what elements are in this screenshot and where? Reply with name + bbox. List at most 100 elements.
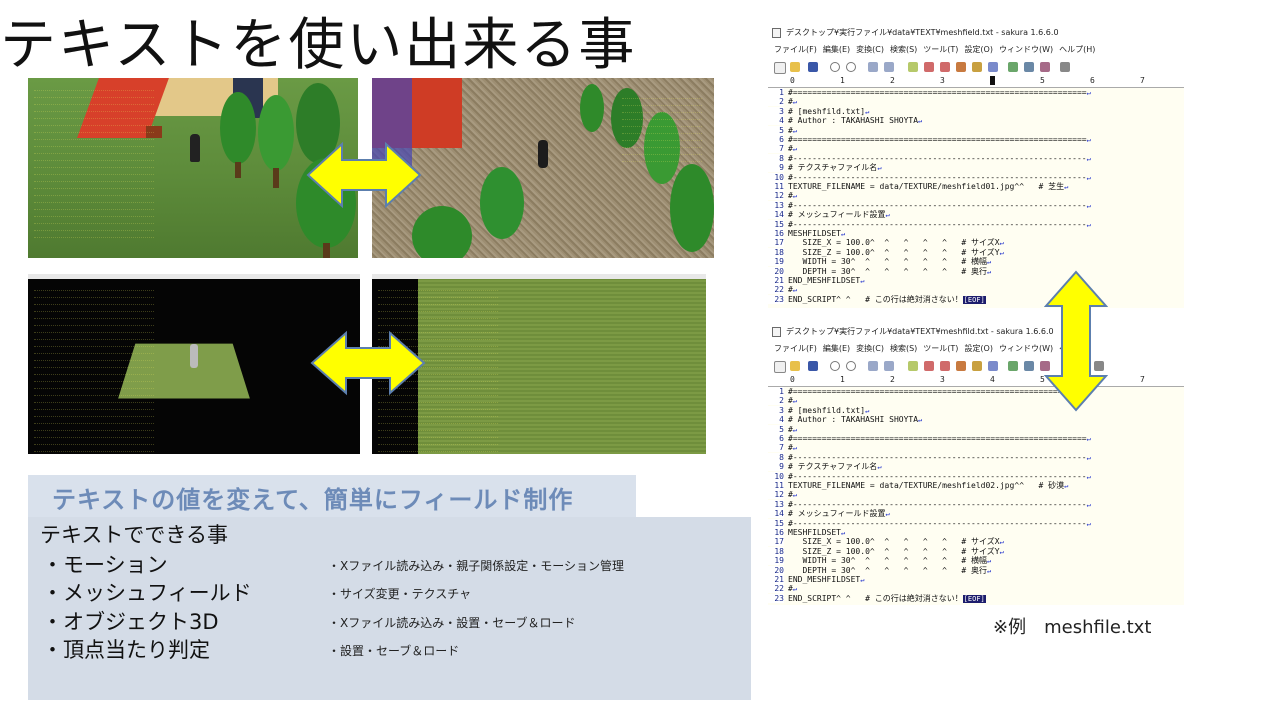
double-arrow-icon <box>306 141 422 209</box>
new-file-icon[interactable] <box>774 62 786 74</box>
menu-search[interactable]: 検索(S) <box>890 45 917 54</box>
editor-text-area[interactable]: 1 #======================================… <box>768 88 1184 308</box>
line-text: #---------------------------------------… <box>788 499 1087 509</box>
grep-icon[interactable] <box>972 62 982 72</box>
feature-desc: ・サイズ変更・テクスチャ <box>328 587 472 601</box>
line-text: TEXTURE_FILENAME = data/TEXTURE/meshfiel… <box>788 481 1065 490</box>
find-next-icon[interactable] <box>924 361 934 371</box>
outline-icon[interactable] <box>1008 62 1018 72</box>
code-line: 12 #↵ <box>768 490 1184 500</box>
line-number: 1 <box>768 387 784 396</box>
search-icon[interactable] <box>908 62 918 72</box>
menu-window[interactable]: ウィンドウ(W) <box>999 45 1053 54</box>
new-file-icon[interactable] <box>774 361 786 373</box>
menu-convert[interactable]: 変換(C) <box>856 344 884 353</box>
line-number: 8 <box>768 153 784 163</box>
editor-window-top: デスクトップ¥実行ファイル¥data¥TEXT¥meshfield.txt - … <box>768 24 1184 312</box>
menu-convert[interactable]: 変換(C) <box>856 45 884 54</box>
compare-icon[interactable] <box>1024 361 1034 371</box>
outline-icon[interactable] <box>1008 361 1018 371</box>
editor-title: デスクトップ¥実行ファイル¥data¥TEXT¥meshfild.txt - s… <box>786 327 1054 336</box>
find-prev-icon[interactable] <box>940 62 950 72</box>
menu-help[interactable]: ヘルプ(H) <box>1059 45 1095 54</box>
line-text: TEXTURE_FILENAME = data/TEXTURE/meshfiel… <box>788 182 1065 191</box>
return-mark-icon: ↵ <box>865 107 870 116</box>
editor-text-area[interactable]: 1 #======================================… <box>768 387 1184 605</box>
ruler: 0 1 2 3 4 5 6 7 <box>768 375 1184 387</box>
banner: テキストの値を変えて、簡単にフィールド制作 <box>28 475 636 517</box>
line-number: 5 <box>768 424 784 434</box>
undo-icon[interactable] <box>830 62 840 72</box>
undo-icon[interactable] <box>830 361 840 371</box>
app-icon <box>772 327 781 337</box>
forward-icon[interactable] <box>884 361 894 371</box>
line-text: END_SCRIPT^ ^ # この行は絶対消さない！ <box>788 593 963 603</box>
line-text: MESHFILDSET <box>788 528 841 537</box>
code-line: 21 END_MESHFILDSET↵ <box>768 276 1184 285</box>
back-icon[interactable] <box>868 62 878 72</box>
menu-file[interactable]: ファイル(F) <box>774 344 817 353</box>
code-line: 23 END_SCRIPT^ ^ # この行は絶対消さない！[EOF] <box>768 294 1184 304</box>
redo-icon[interactable] <box>846 62 856 72</box>
code-line: 22 #↵ <box>768 584 1184 594</box>
menu-tools[interactable]: ツール(T) <box>923 344 958 353</box>
menu-search[interactable]: 検索(S) <box>890 344 917 353</box>
line-number: 7 <box>768 144 784 154</box>
line-number: 2 <box>768 97 784 107</box>
code-line: 22 #↵ <box>768 285 1184 295</box>
app-icon <box>772 28 781 38</box>
replace-icon[interactable] <box>956 361 966 371</box>
return-mark-icon: ↵ <box>987 566 992 575</box>
compare-icon[interactable] <box>1024 62 1034 72</box>
menu-edit[interactable]: 編集(E) <box>823 344 850 353</box>
open-folder-icon[interactable] <box>790 62 800 72</box>
menu-settings[interactable]: 設定(O) <box>964 344 993 353</box>
line-number: 21 <box>768 276 784 285</box>
tag-icon[interactable] <box>1040 62 1050 72</box>
feature-desc: ・Xファイル読み込み・親子関係設定・モーション管理 <box>328 559 624 573</box>
toolbar <box>768 58 1184 77</box>
ruler-mark: 0 <box>790 375 795 384</box>
menu-file[interactable]: ファイル(F) <box>774 45 817 54</box>
code-line: 5 #↵ <box>768 125 1184 135</box>
return-mark-icon: ↵ <box>999 547 1004 556</box>
eof-marker: [EOF] <box>962 594 986 603</box>
open-folder-icon[interactable] <box>790 361 800 371</box>
return-mark-icon: ↵ <box>987 267 992 276</box>
settings-icon[interactable] <box>1060 62 1070 72</box>
save-icon[interactable] <box>808 361 818 371</box>
replace-icon[interactable] <box>956 62 966 72</box>
menu-settings[interactable]: 設定(O) <box>964 45 993 54</box>
save-icon[interactable] <box>808 62 818 72</box>
line-number: 18 <box>768 247 784 257</box>
line-text: DEPTH = 30^ ^ ^ ^ ^ ^ # 奥行 <box>788 565 988 575</box>
forward-icon[interactable] <box>884 62 894 72</box>
line-number: 3 <box>768 106 784 116</box>
grep-icon[interactable] <box>972 361 982 371</box>
menu-tools[interactable]: ツール(T) <box>923 45 958 54</box>
code-line: 11 TEXTURE_FILENAME = data/TEXTURE/meshfi… <box>768 481 1184 490</box>
return-mark-icon: ↵ <box>1086 89 1091 97</box>
line-text: END_SCRIPT^ ^ # この行は絶対消さない！ <box>788 294 963 304</box>
return-mark-icon: ↵ <box>1086 472 1091 481</box>
menu-edit[interactable]: 編集(E) <box>823 45 850 54</box>
line-number: 4 <box>768 415 784 425</box>
find-prev-icon[interactable] <box>940 361 950 371</box>
redo-icon[interactable] <box>846 361 856 371</box>
line-number: 10 <box>768 471 784 481</box>
line-number: 3 <box>768 405 784 415</box>
ruler: 0 1 2 3 4 5 6 7 <box>768 76 1184 88</box>
feature-panel: テキストでできる事 ・モーション ・Xファイル読み込み・親子関係設定・モーション… <box>28 517 751 700</box>
find-next-icon[interactable] <box>924 62 934 72</box>
search-icon[interactable] <box>908 361 918 371</box>
panel-heading: テキストでできる事 <box>40 523 228 547</box>
line-number: 10 <box>768 172 784 182</box>
line-number: 22 <box>768 285 784 295</box>
jump-icon[interactable] <box>988 361 998 371</box>
line-number: 18 <box>768 546 784 556</box>
return-mark-icon: ↵ <box>792 397 798 406</box>
back-icon[interactable] <box>868 361 878 371</box>
return-mark-icon: ↵ <box>1086 201 1091 210</box>
jump-icon[interactable] <box>988 62 998 72</box>
line-number: 12 <box>768 490 784 500</box>
